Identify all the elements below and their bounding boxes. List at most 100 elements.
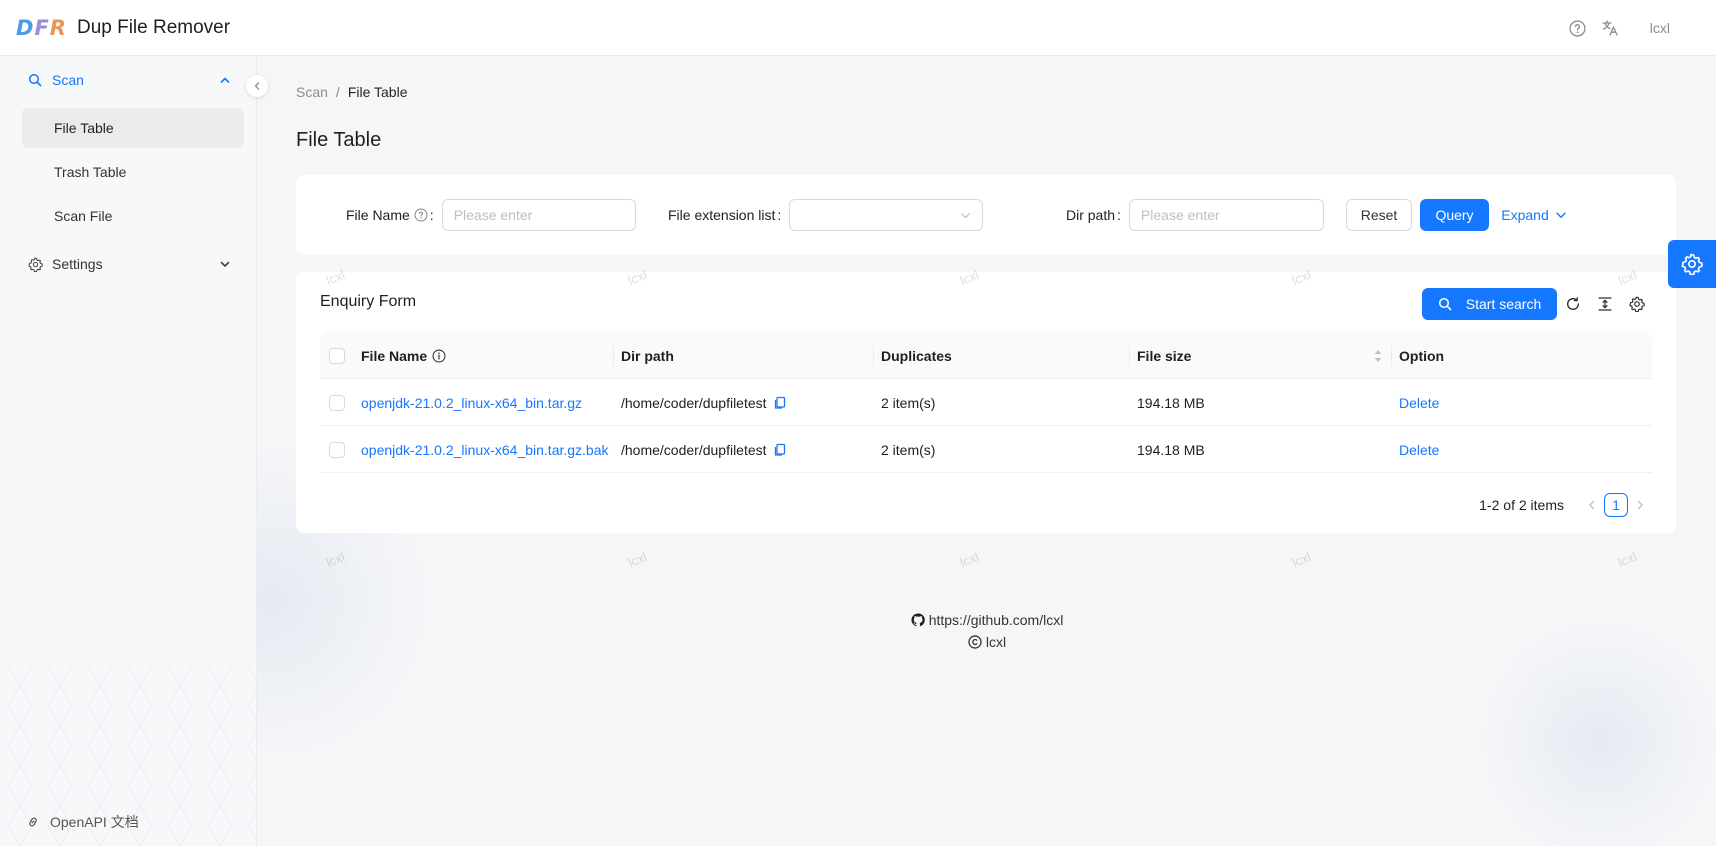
search-icon	[28, 72, 44, 88]
main-content: Scan / File Table File Table File Name :…	[258, 57, 1716, 846]
menu-scan-label: Scan	[52, 72, 84, 88]
help-icon[interactable]	[1562, 12, 1594, 44]
ext-list-form-item: File extension list:	[668, 199, 984, 231]
table-row: openjdk-21.0.2_linux-x64_bin.tar.gz /hom…	[320, 379, 1652, 426]
github-icon	[911, 613, 925, 627]
dir-path-cell: /home/coder/dupfiletest	[621, 379, 787, 426]
delete-link[interactable]: Delete	[1399, 426, 1439, 473]
select-all-checkbox[interactable]	[329, 332, 345, 379]
github-link[interactable]: https://github.com/lcxl	[258, 609, 1716, 631]
row-checkbox[interactable]	[329, 379, 345, 426]
ext-list-select[interactable]	[789, 199, 984, 231]
column-header-file-size[interactable]: File size	[1137, 332, 1191, 379]
file-size-cell: 194.18 MB	[1137, 441, 1205, 458]
column-divider	[873, 346, 874, 366]
reload-icon[interactable]	[1564, 295, 1582, 313]
delete-link[interactable]: Delete	[1399, 379, 1439, 426]
column-height-icon[interactable]	[1596, 295, 1614, 313]
gear-icon	[1681, 253, 1703, 275]
sidebar-item-file-table[interactable]: File Table	[22, 108, 244, 148]
reset-button[interactable]: Reset	[1346, 199, 1412, 231]
chevron-down-icon	[1555, 209, 1567, 221]
menu-settings-label: Settings	[52, 256, 103, 272]
copyright: lcxl	[258, 631, 1716, 653]
menu-scan[interactable]: Scan	[12, 60, 245, 100]
column-divider	[1391, 346, 1392, 366]
watermark: lcxl	[957, 549, 981, 570]
chevron-right-icon[interactable]	[1628, 493, 1652, 517]
table-header: File Name Dir path Duplicates File size …	[320, 332, 1652, 379]
file-name-form-item: File Name : Please enter	[346, 199, 636, 231]
page-item[interactable]: 1	[1604, 493, 1628, 517]
gear-icon[interactable]	[1628, 295, 1646, 313]
sort-icon[interactable]	[1373, 348, 1383, 364]
row-checkbox[interactable]	[329, 426, 345, 473]
query-button[interactable]: Query	[1420, 199, 1489, 231]
question-circle-icon[interactable]	[414, 208, 428, 222]
column-header-option: Option	[1399, 347, 1445, 364]
github-url: https://github.com/lcxl	[928, 612, 1064, 628]
card-title: Enquiry Form	[320, 293, 417, 310]
dir-path-input[interactable]: Please enter	[1128, 199, 1324, 231]
expand-label: Expand	[1501, 207, 1549, 223]
column-header-file-name: File Name	[361, 332, 446, 379]
watermark: lcxl	[625, 549, 649, 570]
sidebar-collapse-button[interactable]	[246, 75, 268, 97]
sidebar-item-label: Scan File	[54, 208, 113, 224]
pagination-total: 1-2 of 2 items	[1479, 497, 1564, 513]
ext-list-label: File extension list:	[668, 207, 782, 223]
watermark: lcxl	[1289, 549, 1313, 570]
file-name-link[interactable]: openjdk-21.0.2_linux-x64_bin.tar.gz.bak	[361, 426, 609, 473]
watermark: lcxl	[1615, 549, 1639, 570]
watermark: lcxl	[323, 549, 347, 570]
column-divider	[613, 346, 614, 366]
top-header: DFR Dup File Remover lcxl	[0, 0, 1716, 56]
table-row: openjdk-21.0.2_linux-x64_bin.tar.gz.bak …	[320, 426, 1652, 473]
sidebar-item-label: Trash Table	[54, 164, 127, 180]
column-header-dir-path: Dir path	[621, 347, 674, 364]
chevron-up-icon	[219, 73, 231, 85]
openapi-link[interactable]: OpenAPI 文档	[26, 812, 139, 832]
breadcrumb-current: File Table	[347, 84, 408, 100]
sidebar-item-trash-table[interactable]: Trash Table	[22, 152, 244, 192]
user-name[interactable]: lcxl	[1650, 20, 1670, 36]
file-name-label: File Name :	[346, 207, 434, 223]
file-name-input[interactable]: Please enter	[441, 199, 636, 231]
settings-drawer-button[interactable]	[1668, 240, 1716, 288]
start-search-button[interactable]: Start search	[1422, 288, 1557, 320]
copy-icon[interactable]	[773, 443, 787, 457]
chevron-left-icon[interactable]	[1580, 493, 1604, 517]
sidebar-item-label: File Table	[54, 120, 114, 136]
sidebar-item-scan-file[interactable]: Scan File	[22, 196, 244, 236]
info-circle-icon[interactable]	[432, 349, 446, 363]
start-search-label: Start search	[1465, 296, 1542, 312]
chevron-down-icon	[219, 257, 231, 269]
link-icon	[26, 815, 40, 829]
breadcrumb-scan[interactable]: Scan	[296, 84, 328, 100]
search-icon	[1438, 297, 1452, 311]
translate-icon[interactable]	[1594, 12, 1626, 44]
copy-icon[interactable]	[773, 396, 787, 410]
dir-path-form-item: Dir path: Please enter	[1066, 199, 1324, 231]
breadcrumb: Scan / File Table	[296, 84, 407, 100]
chevron-down-icon	[960, 210, 971, 221]
column-header-duplicates: Duplicates	[881, 347, 952, 364]
logo-mark: DFR	[16, 15, 67, 40]
footer: https://github.com/lcxl lcxl	[258, 609, 1716, 653]
file-name-link[interactable]: openjdk-21.0.2_linux-x64_bin.tar.gz	[361, 379, 582, 426]
file-size-cell: 194.18 MB	[1137, 394, 1205, 411]
enquiry-form-card: Enquiry Form Start search File Name Dir …	[296, 272, 1676, 533]
app-logo[interactable]: DFR Dup File Remover	[16, 16, 230, 40]
sidebar: Scan File Table Trash Table Scan File Se…	[0, 56, 257, 846]
file-table: File Name Dir path Duplicates File size …	[320, 332, 1652, 473]
copyright-owner: lcxl	[985, 634, 1007, 650]
duplicates-cell: 2 item(s)	[881, 394, 936, 411]
chevron-left-icon	[254, 82, 260, 90]
expand-button[interactable]: Expand	[1499, 199, 1569, 231]
dir-path-cell: /home/coder/dupfiletest	[621, 426, 787, 473]
gear-icon	[28, 256, 44, 272]
copyright-icon	[968, 635, 982, 649]
menu-settings[interactable]: Settings	[12, 244, 245, 284]
query-form: File Name : Please enter File extension …	[296, 175, 1676, 255]
app-title: Dup File Remover	[76, 16, 231, 38]
